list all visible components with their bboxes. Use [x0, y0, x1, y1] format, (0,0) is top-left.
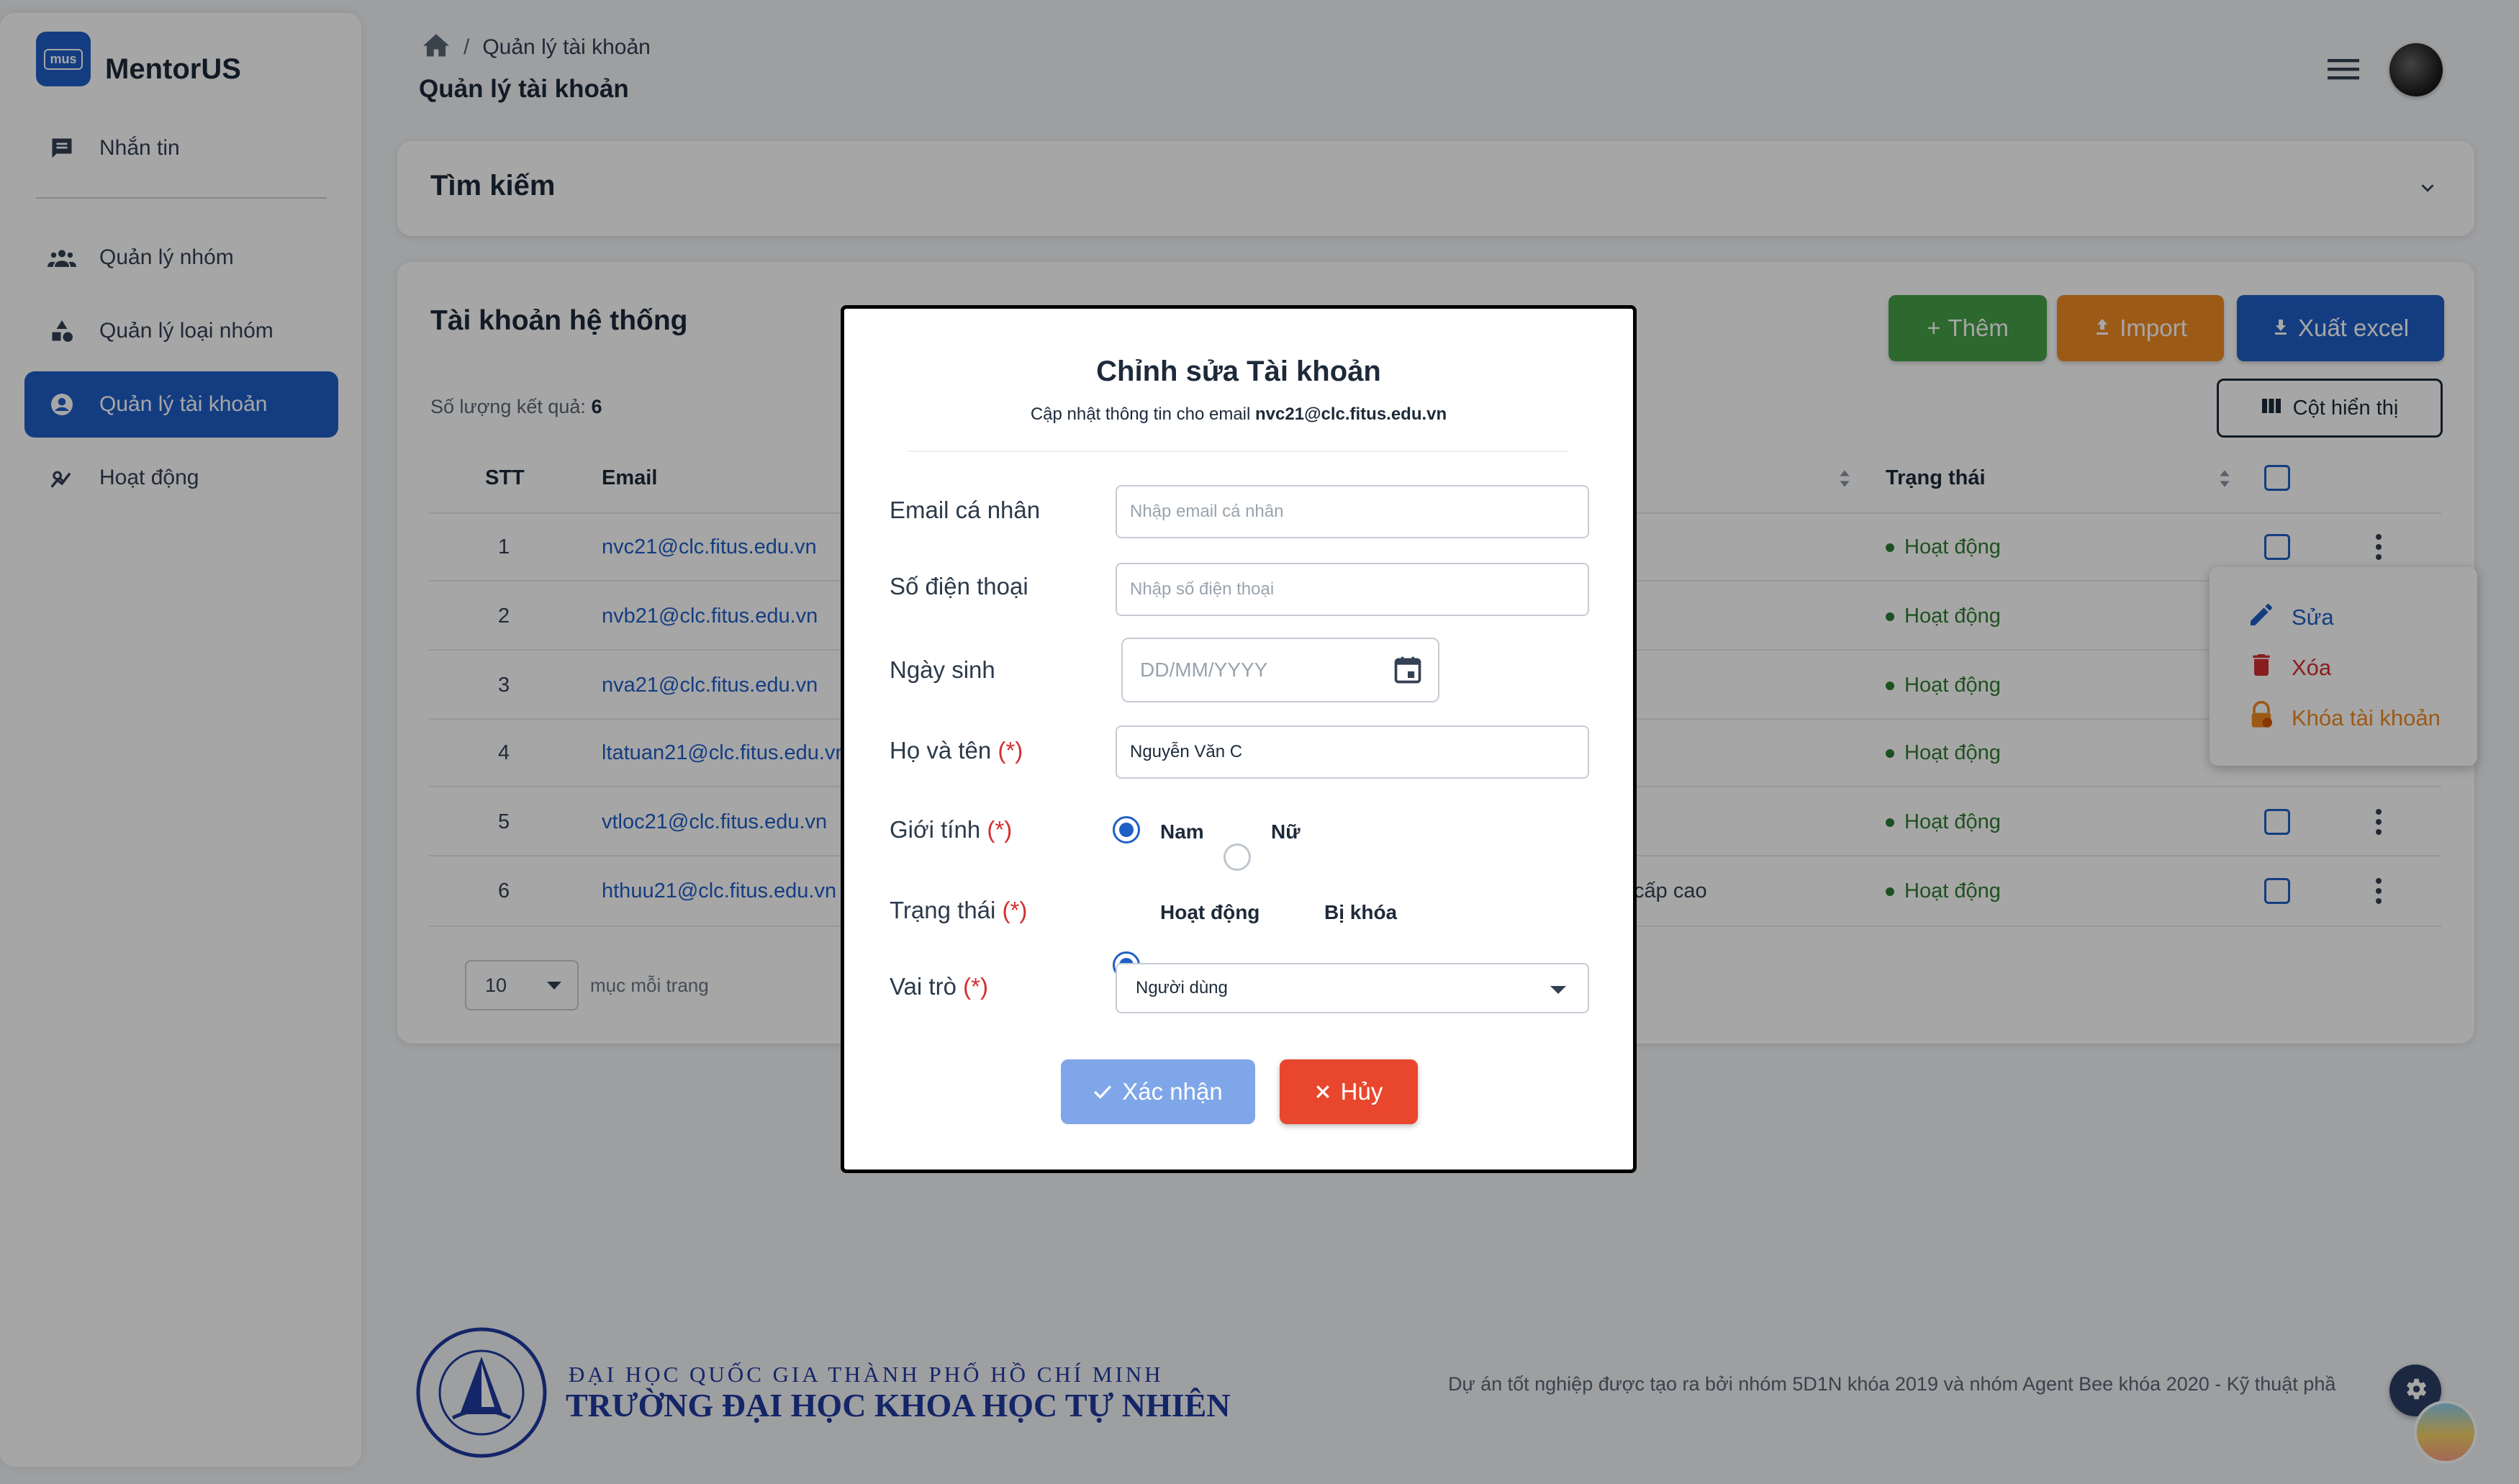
status-option-active[interactable]: Hoạt động: [1160, 901, 1260, 924]
gender-option-male[interactable]: Nam: [1160, 820, 1204, 843]
calendar-icon[interactable]: [1392, 653, 1424, 692]
required-mark: (*): [998, 737, 1023, 764]
gender-label: Giới tính (*): [890, 816, 1012, 843]
modal-subtitle-prefix: Cập nhật thông tin cho email: [1030, 404, 1251, 424]
birthday-placeholder: DD/MM/YYYY: [1140, 659, 1268, 681]
role-label: Vai trò (*): [890, 973, 988, 1000]
phone-label: Số điện thoại: [890, 573, 1028, 600]
confirm-button-label: Xác nhận: [1122, 1078, 1223, 1105]
gender-option-female[interactable]: Nữ: [1271, 820, 1301, 843]
personal-email-field[interactable]: Nhập email cá nhân: [1116, 485, 1589, 538]
cancel-button-label: Hủy: [1340, 1078, 1383, 1105]
fullname-label: Họ và tên (*): [890, 737, 1023, 764]
personal-email-label: Email cá nhân: [890, 497, 1041, 523]
cancel-button[interactable]: Hủy: [1280, 1059, 1418, 1124]
fullname-field[interactable]: Nguyễn Văn C: [1116, 725, 1589, 779]
role-select-value: Người dùng: [1136, 978, 1228, 997]
modal-title: Chỉnh sửa Tài khoản: [1096, 356, 1381, 387]
role-select[interactable]: Người dùng: [1116, 963, 1589, 1013]
modal-divider: [907, 451, 1569, 452]
gender-label-text: Giới tính: [890, 816, 981, 843]
status-option-locked[interactable]: Bị khóa: [1324, 901, 1397, 924]
modal-subtitle-email: nvc21@clc.fitus.edu.vn: [1255, 404, 1447, 424]
modal-subtitle: Cập nhật thông tin cho email nvc21@clc.f…: [841, 404, 1637, 425]
confirm-button[interactable]: Xác nhận: [1061, 1059, 1255, 1124]
required-mark: (*): [987, 816, 1013, 843]
fullname-label-text: Họ và tên: [890, 737, 992, 764]
close-icon: [1315, 1078, 1331, 1105]
gender-radio-female[interactable]: [1224, 843, 1251, 871]
check-icon: [1093, 1078, 1112, 1105]
birthday-date-field[interactable]: DD/MM/YYYY: [1121, 638, 1439, 702]
required-mark: (*): [963, 973, 988, 1000]
status-label: Trạng thái (*): [890, 897, 1027, 924]
caret-down-icon: [1550, 986, 1566, 994]
gender-radio-male[interactable]: [1113, 816, 1140, 843]
birthday-label: Ngày sinh: [890, 656, 995, 683]
phone-field[interactable]: Nhập số điện thoại: [1116, 563, 1589, 616]
required-mark: (*): [1002, 897, 1028, 923]
role-label-text: Vai trò: [890, 973, 957, 1000]
status-label-text: Trạng thái: [890, 897, 996, 923]
